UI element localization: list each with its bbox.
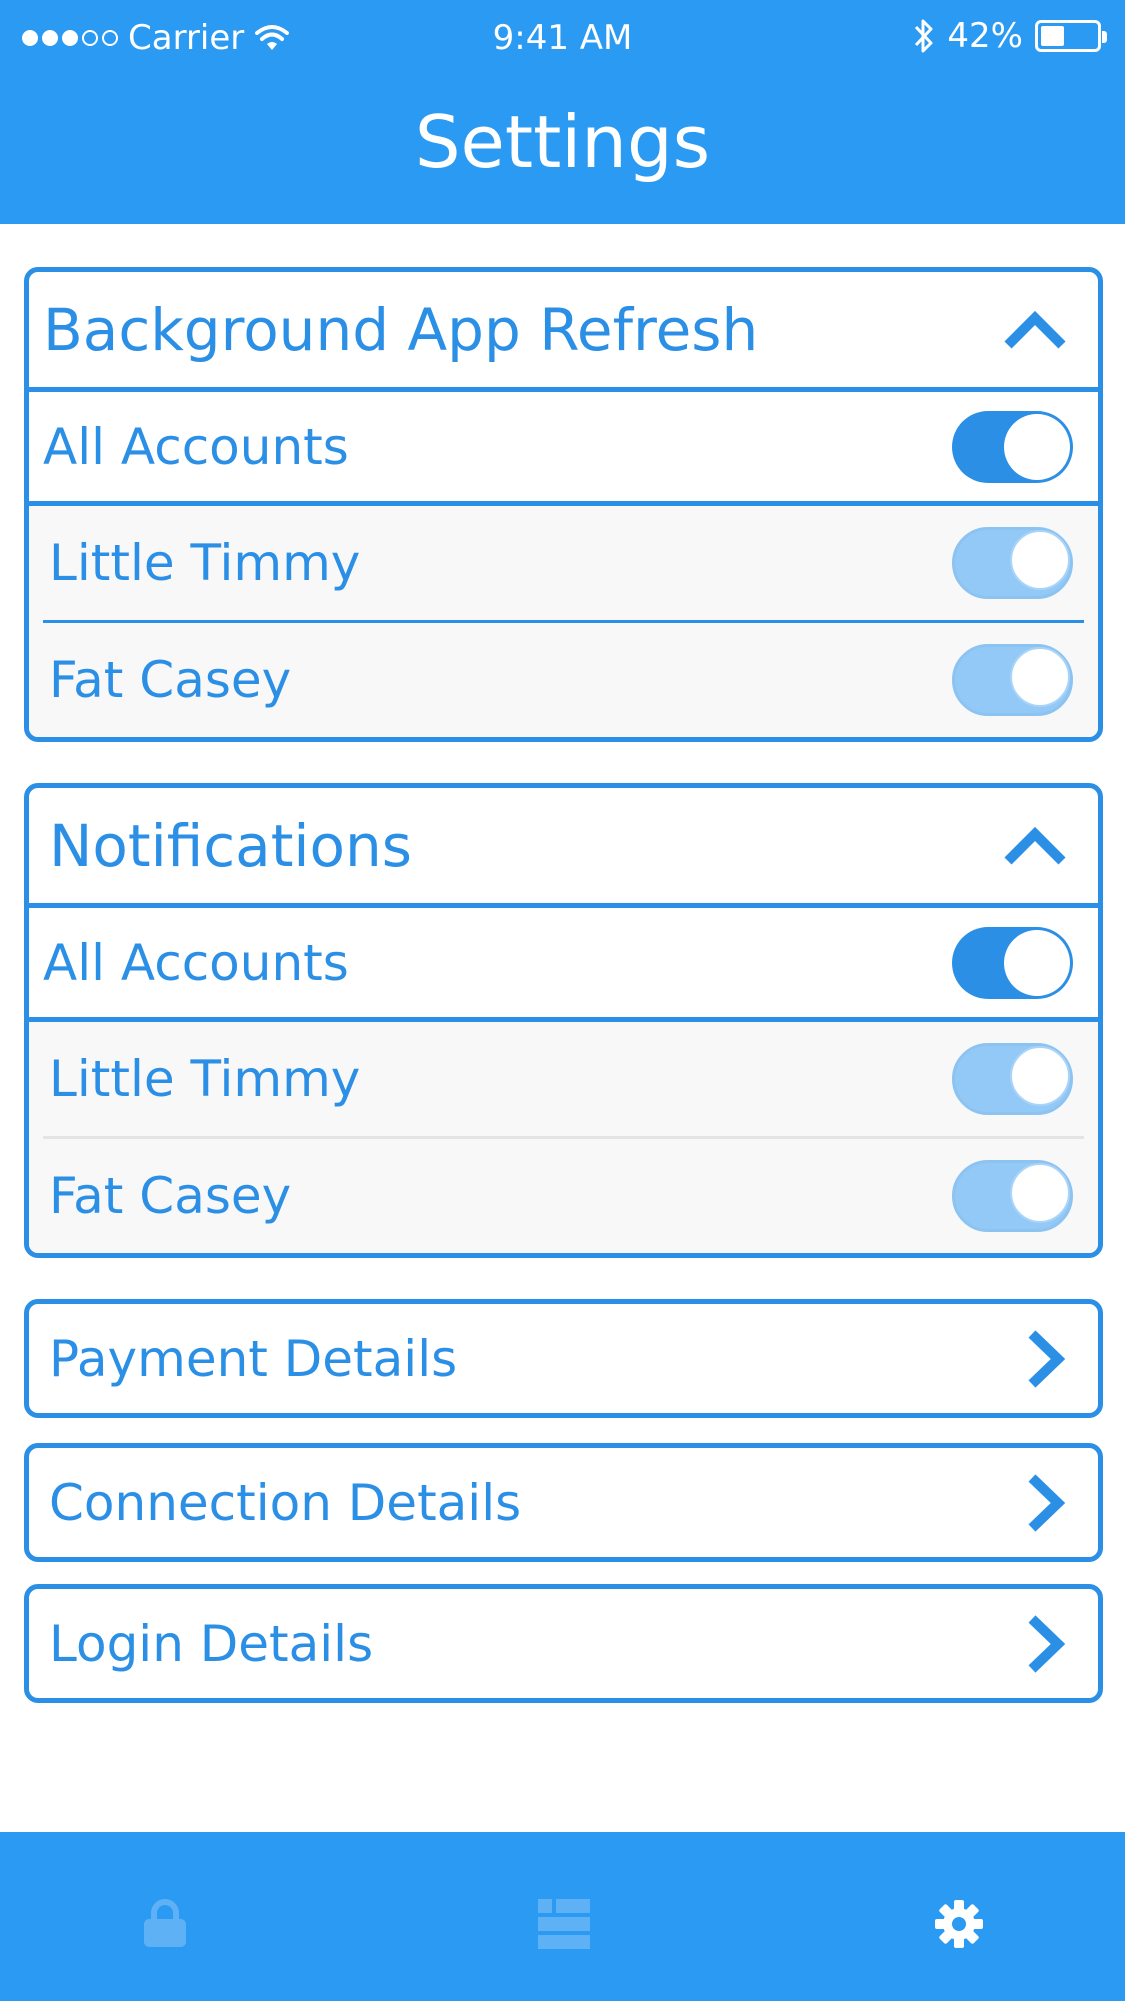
payment-details-button[interactable]: Payment Details — [24, 1299, 1103, 1418]
chevron-right-icon — [1028, 1473, 1066, 1532]
toggle-knob — [1010, 1046, 1070, 1106]
background-refresh-section: Background App Refresh All Accounts Litt… — [24, 267, 1103, 742]
lock-icon — [144, 1899, 186, 1947]
bg-account-row-little-timmy: Little Timmy — [29, 506, 1098, 620]
connection-details-button[interactable]: Connection Details — [24, 1443, 1103, 1562]
bg-all-accounts-row: All Accounts — [29, 392, 1098, 506]
bluetooth-icon — [915, 19, 933, 53]
bg-fat-casey-toggle[interactable] — [952, 644, 1073, 716]
chevron-right-icon — [1028, 1614, 1066, 1673]
battery-percent: 42% — [947, 16, 1023, 56]
status-bar: Carrier 9:41 AM 42% — [0, 0, 1125, 78]
page-title: Settings — [414, 100, 711, 184]
gear-icon — [935, 1900, 983, 1948]
toggle-knob — [1004, 413, 1070, 480]
notif-account-list: Little Timmy Fat Casey — [29, 1022, 1098, 1253]
link-label: Connection Details — [49, 1473, 522, 1532]
notif-account-row-little-timmy: Little Timmy — [29, 1022, 1098, 1136]
row-label: All Accounts — [43, 417, 349, 476]
link-label: Payment Details — [49, 1329, 458, 1388]
section-title: Notifications — [49, 811, 413, 880]
list-icon — [538, 1899, 590, 1949]
section-title: Background App Refresh — [43, 295, 759, 364]
toggle-knob — [1010, 530, 1070, 590]
login-details-button[interactable]: Login Details — [24, 1584, 1103, 1703]
status-right: 42% — [913, 16, 1107, 56]
notifications-header[interactable]: Notifications — [29, 788, 1098, 908]
battery-icon — [1035, 20, 1107, 52]
row-label: Little Timmy — [49, 1050, 361, 1108]
tab-list[interactable] — [524, 1884, 604, 1964]
tab-bar — [0, 1832, 1125, 2001]
bg-little-timmy-toggle[interactable] — [952, 527, 1073, 599]
notif-account-row-fat-casey: Fat Casey — [29, 1139, 1098, 1253]
toggle-knob — [1010, 647, 1070, 707]
notifications-section: Notifications All Accounts Little Timmy … — [24, 783, 1103, 1258]
chevron-right-icon — [1028, 1329, 1066, 1388]
bg-account-list: Little Timmy Fat Casey — [29, 506, 1098, 737]
row-label: Little Timmy — [49, 534, 361, 592]
notif-all-accounts-toggle[interactable] — [952, 926, 1073, 999]
battery-level — [1041, 26, 1064, 46]
tab-lock[interactable] — [125, 1884, 205, 1964]
background-refresh-header[interactable]: Background App Refresh — [29, 272, 1098, 392]
row-label: Fat Casey — [49, 651, 292, 709]
notif-fat-casey-toggle[interactable] — [952, 1160, 1073, 1232]
header-bar: Carrier 9:41 AM 42% Settings — [0, 0, 1125, 224]
notif-little-timmy-toggle[interactable] — [952, 1043, 1073, 1115]
tab-settings[interactable] — [919, 1884, 999, 1964]
row-label: All Accounts — [43, 933, 349, 992]
link-label: Login Details — [49, 1614, 374, 1673]
toggle-knob — [1010, 1163, 1070, 1223]
chevron-up-icon[interactable] — [1000, 821, 1070, 871]
bg-account-row-fat-casey: Fat Casey — [29, 623, 1098, 737]
chevron-up-icon[interactable] — [1000, 305, 1070, 355]
bg-all-accounts-toggle[interactable] — [952, 410, 1073, 483]
row-label: Fat Casey — [49, 1167, 292, 1225]
toggle-knob — [1004, 929, 1070, 996]
notif-all-accounts-row: All Accounts — [29, 908, 1098, 1022]
